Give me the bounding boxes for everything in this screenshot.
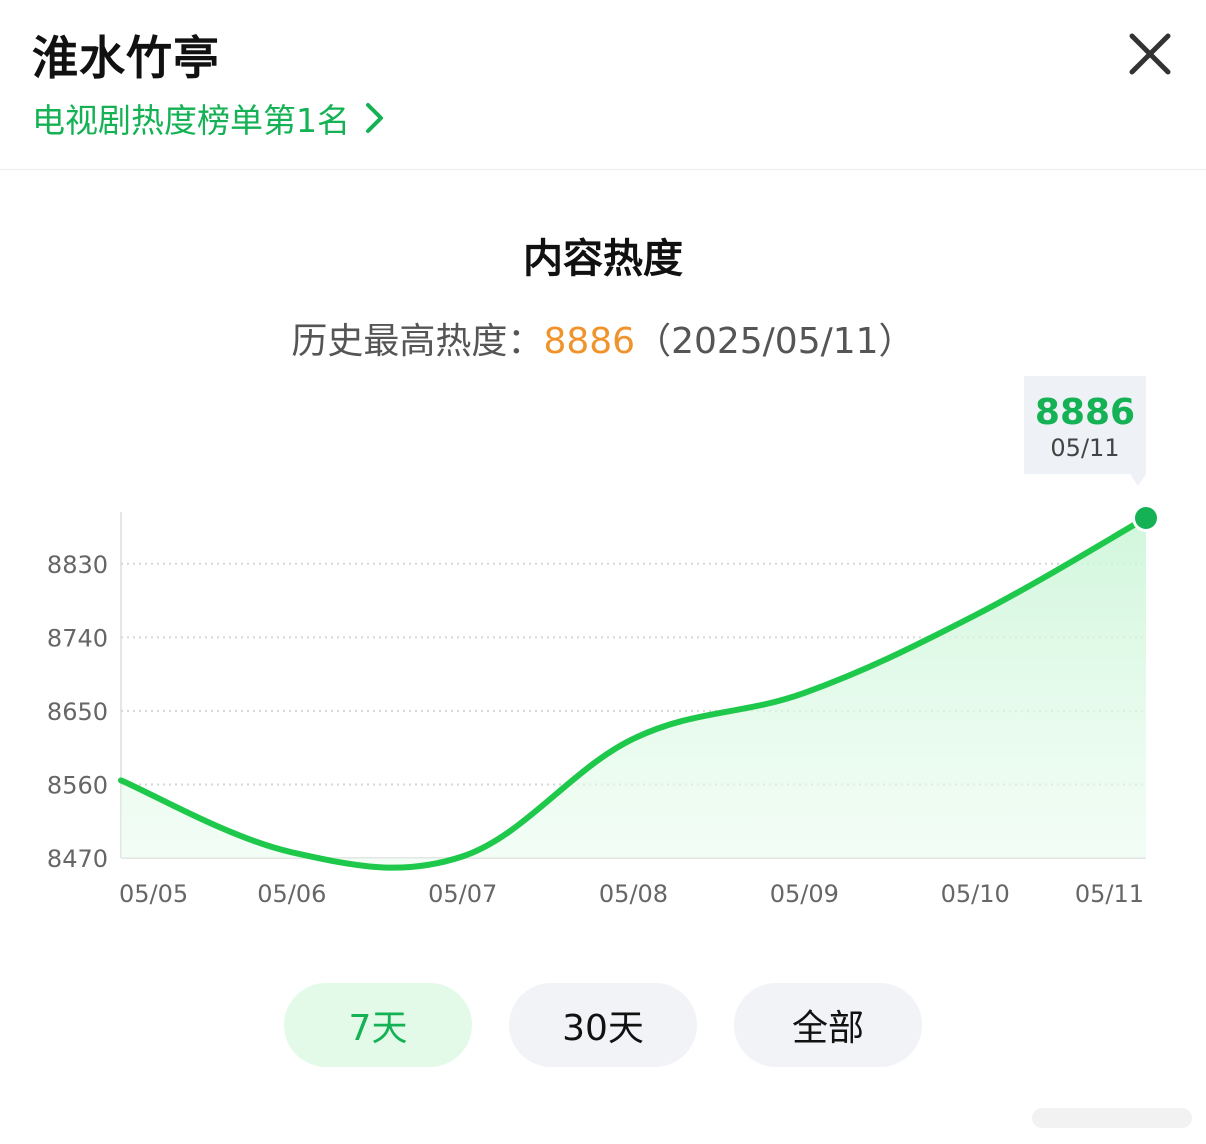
rank-link-label: 电视剧热度榜单第1名: [32, 101, 350, 140]
rank-link[interactable]: 电视剧热度榜单第1名: [32, 94, 388, 142]
x-tick-label: 05/10: [941, 880, 1010, 908]
watermark-dots: [1032, 1102, 1196, 1132]
tab-all[interactable]: 全部: [734, 983, 922, 1067]
show-title: 淮水竹亭: [32, 31, 220, 85]
heat-chart: 8830 8740 8650 8560 8470 05/05 05/06 05/07 05/08…: [47, 376, 1160, 908]
peak-date: （2025/05/11）: [635, 321, 915, 362]
peak-label: 历史最高热度：: [291, 321, 544, 362]
y-tick-label: 8830: [47, 551, 108, 579]
panel-header: 淮水竹亭 电视剧热度榜单第1名: [0, 0, 1206, 170]
tooltip-value: 8886: [1035, 392, 1135, 433]
chevron-right-icon: [362, 101, 388, 135]
y-tick-label: 8470: [47, 845, 108, 873]
chart-title: 内容热度: [523, 236, 683, 282]
y-tick-label: 8560: [47, 771, 108, 799]
y-tick-label: 8650: [47, 698, 108, 726]
x-tick-label: 05/08: [599, 880, 668, 908]
x-tick-label: 05/07: [428, 880, 497, 908]
x-tick-label: 05/05: [119, 880, 188, 908]
peak-value: 8886: [543, 321, 636, 362]
x-tick-label: 05/11: [1075, 880, 1144, 908]
y-tick-label: 8740: [47, 624, 108, 652]
tab-label: 7天: [348, 1008, 408, 1049]
highlight-point: [1135, 507, 1157, 529]
x-tick-label: 05/06: [257, 880, 326, 908]
tab-label: 30天: [562, 1008, 644, 1049]
tab-label: 全部: [791, 1008, 864, 1049]
tab-7-days[interactable]: 7天: [284, 983, 472, 1067]
tooltip-date: 05/11: [1050, 434, 1119, 462]
x-tick-label: 05/09: [770, 880, 839, 908]
close-icon[interactable]: [1124, 28, 1176, 80]
tab-30-days[interactable]: 30天: [509, 983, 697, 1067]
range-tabs: 7天 30天 全部: [0, 983, 1206, 1067]
area-fill: [121, 518, 1146, 868]
peak-summary: 历史最高热度：8886（2025/05/11）: [0, 312, 1206, 364]
